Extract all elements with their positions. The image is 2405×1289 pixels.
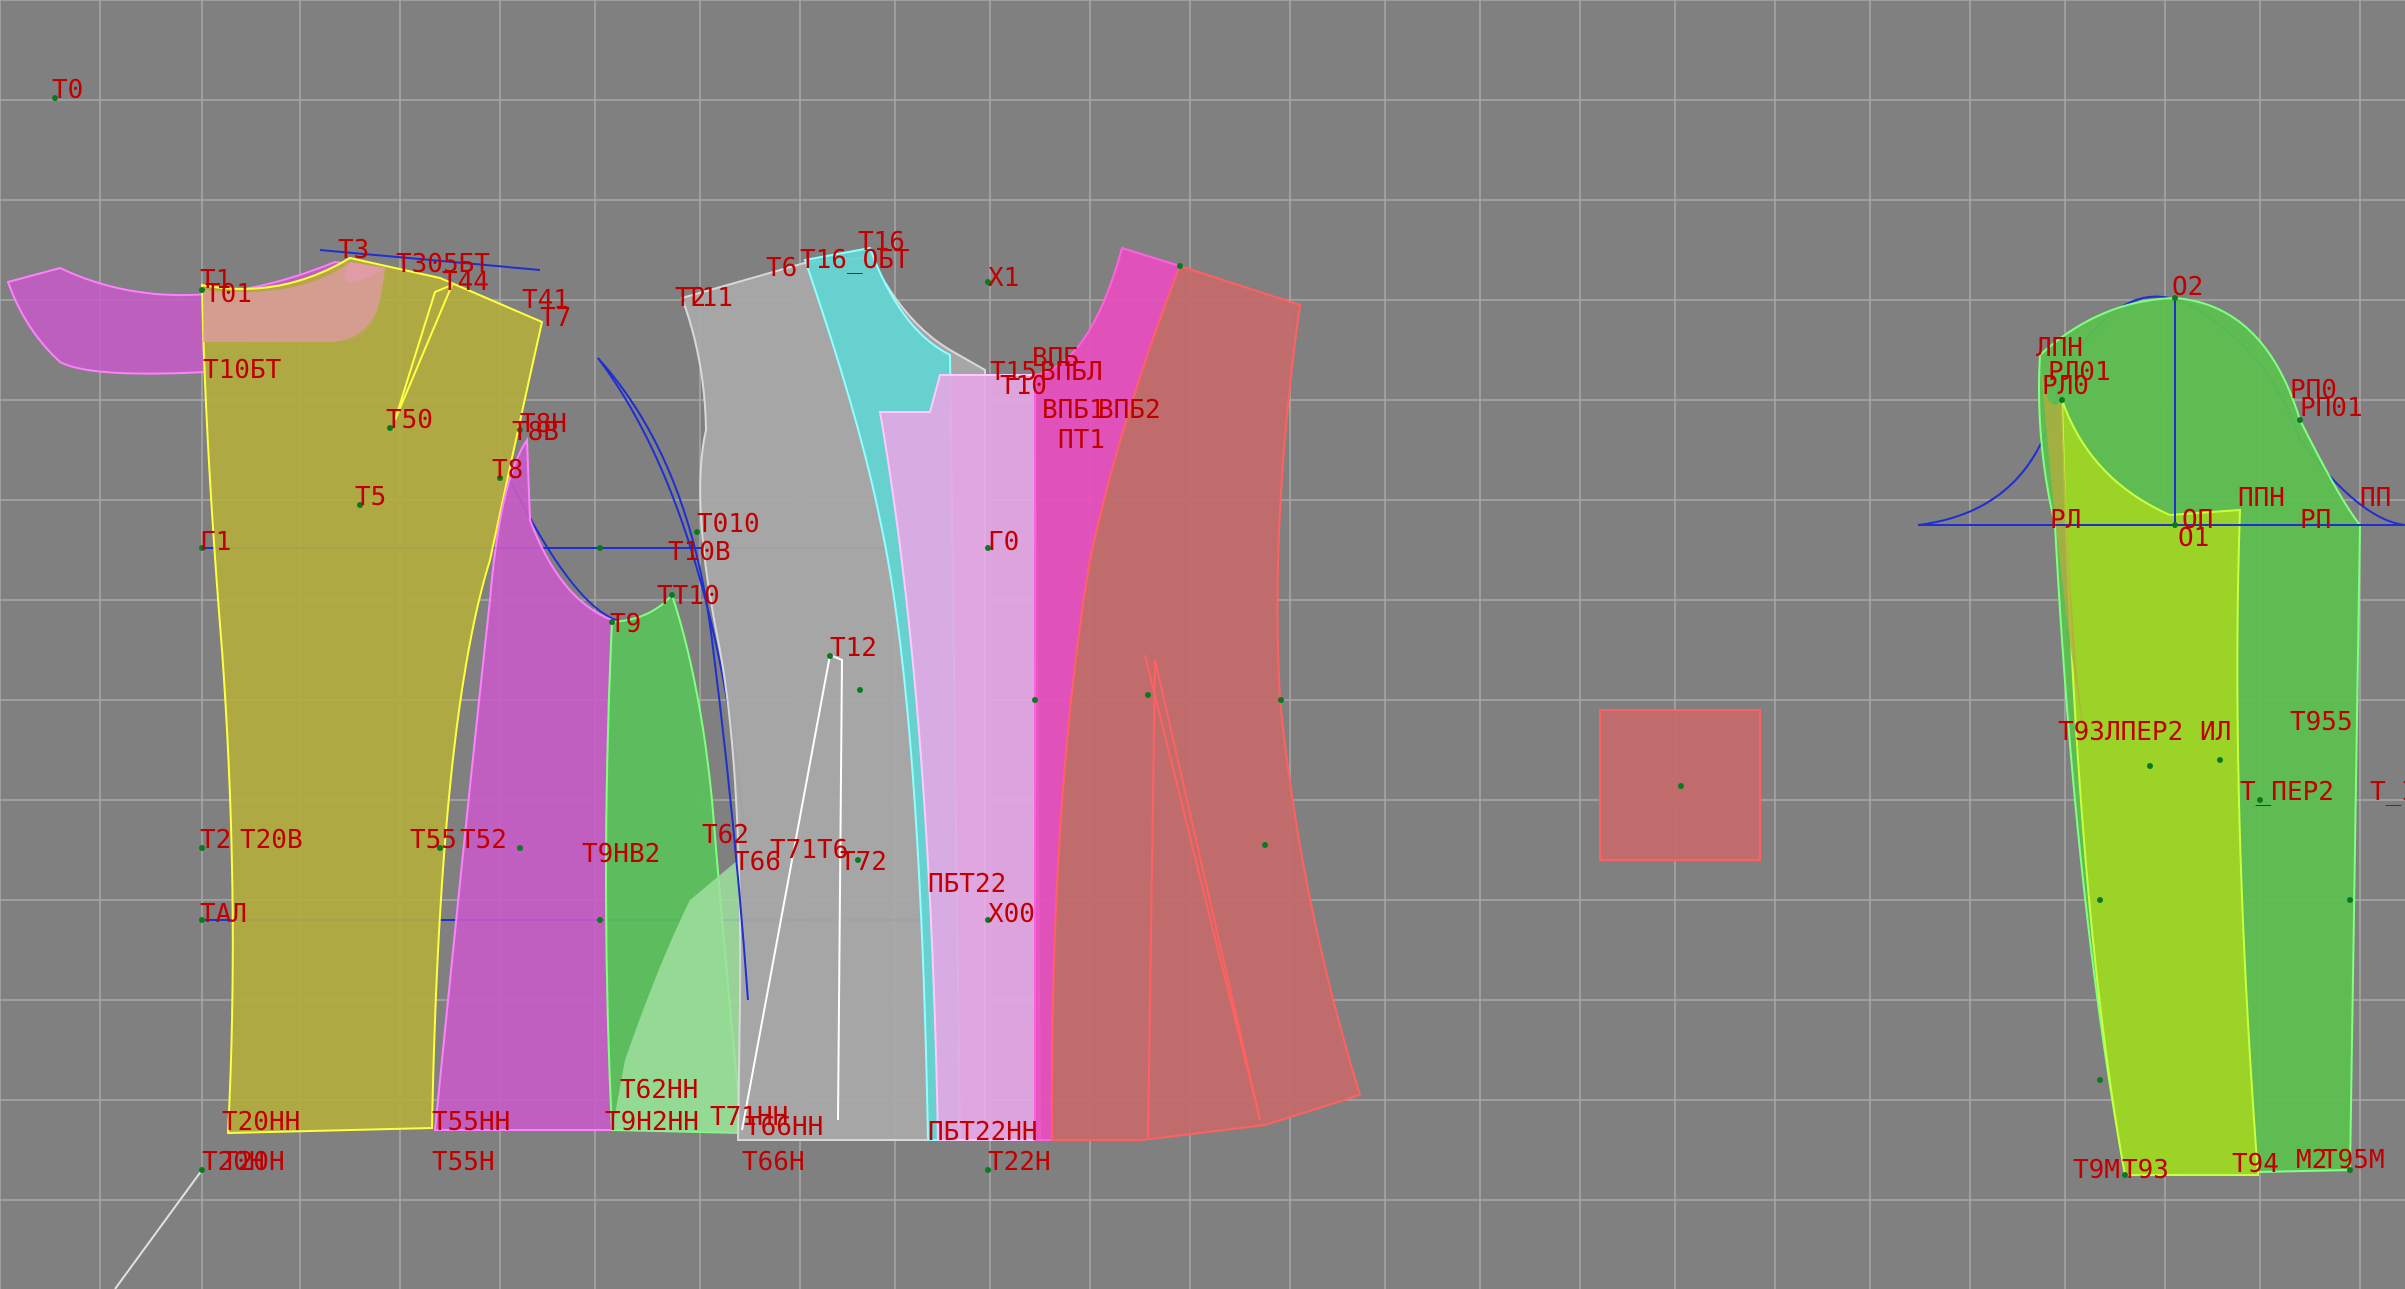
point-label: T66 <box>734 847 781 877</box>
point-label: T22H <box>988 1147 1051 1177</box>
point-label: ПБT22HH <box>928 1117 1038 1147</box>
point-label: T20H <box>222 1147 285 1177</box>
point-label: T9M <box>2073 1155 2120 1185</box>
point-label: T10БТ <box>203 355 282 385</box>
point-label: O2 <box>2172 272 2203 302</box>
point-label: T_I <box>2370 777 2405 807</box>
point-label: РЛ <box>2050 505 2081 535</box>
point-label: T8 <box>492 455 523 485</box>
point-label: T_ПЕР2 <box>2240 777 2334 807</box>
point-label: ПT1 <box>1058 425 1105 455</box>
pattern-point[interactable] <box>1278 697 1284 703</box>
point-label: T9 <box>610 609 641 639</box>
pattern-point[interactable] <box>2097 1077 2103 1083</box>
pattern-point[interactable] <box>1145 692 1151 698</box>
point-label: T20HH <box>222 1107 300 1137</box>
point-label: T16 <box>858 227 905 257</box>
point-label: T20B <box>240 825 303 855</box>
point-label: T8B <box>512 417 559 447</box>
point-label: T10B <box>668 537 731 567</box>
point-label: T52 <box>460 825 507 855</box>
point-label: T01 <box>205 279 252 309</box>
pattern-point[interactable] <box>1177 263 1183 269</box>
point-label: TАЛ <box>200 899 247 929</box>
point-label: ВПБ1 <box>1042 395 1105 425</box>
point-label: ППН <box>2238 483 2285 513</box>
point-label: T5 <box>355 482 386 512</box>
point-label: T10 <box>1000 371 1047 401</box>
point-label: T55H <box>432 1147 495 1177</box>
point-label: T93 <box>2122 1155 2169 1185</box>
point-label: X1 <box>988 263 1019 293</box>
point-label: ПП <box>2360 483 2391 513</box>
point-label: T62HH <box>620 1075 698 1105</box>
pattern-point[interactable] <box>597 917 603 923</box>
point-label: T010 <box>697 509 760 539</box>
pattern-point[interactable] <box>1678 783 1684 789</box>
point-label: T6 <box>766 253 797 283</box>
point-label: T9ЗЛПЕР2 <box>2058 717 2183 747</box>
point-label: T0 <box>52 75 83 105</box>
point-label: T9HB2 <box>582 839 660 869</box>
point-label: РЛ0 <box>2042 371 2089 401</box>
point-label: O1 <box>2178 523 2209 553</box>
pattern-point[interactable] <box>2097 897 2103 903</box>
point-label: T94 <box>2232 1149 2279 1179</box>
point-label: РП <box>2300 505 2331 535</box>
point-label: T71T6 <box>770 835 848 865</box>
point-label: РП01 <box>2300 393 2363 423</box>
point-label: Г0 <box>988 527 1019 557</box>
point-label: TT10 <box>657 581 720 611</box>
point-label: ПБT22 <box>928 869 1006 899</box>
point-label: T95M <box>2322 1145 2385 1175</box>
pattern-point[interactable] <box>1262 842 1268 848</box>
point-label: ИЛ <box>2200 717 2231 747</box>
pattern-point[interactable] <box>517 845 523 851</box>
pattern-point[interactable] <box>2347 897 2353 903</box>
point-label: ВПБ2 <box>1098 395 1161 425</box>
point-label: Г1 <box>200 527 231 557</box>
pattern-point[interactable] <box>597 545 603 551</box>
point-label: ВПБЛ <box>1040 357 1103 387</box>
point-label: T955 <box>2290 707 2353 737</box>
pattern-canvas[interactable]: T0T3 T305БТT44T41T7T1T01T10БТT50 T8HT8BT8T… <box>0 0 2405 1289</box>
point-label: T11 <box>686 283 733 313</box>
pattern-point[interactable] <box>2217 757 2223 763</box>
pattern-point[interactable] <box>1032 697 1038 703</box>
point-label: T9H2HH <box>605 1107 699 1137</box>
point-label: T62 <box>702 820 749 850</box>
point-label: T66H <box>742 1147 805 1177</box>
point-label: T55HH <box>432 1107 510 1137</box>
point-label: T72 <box>840 847 887 877</box>
point-label: T44 <box>442 267 489 297</box>
point-label: T2 <box>200 825 231 855</box>
point-label: X00 <box>988 899 1035 929</box>
point-label: T66HH <box>745 1112 823 1142</box>
point-label: T50 <box>386 405 433 435</box>
point-label: T3 <box>338 235 369 265</box>
point-label: T12 <box>830 633 877 663</box>
pattern-point[interactable] <box>857 687 863 693</box>
pattern-point[interactable] <box>2147 763 2153 769</box>
point-label: T55 <box>410 825 457 855</box>
point-label: T7 <box>540 303 571 333</box>
